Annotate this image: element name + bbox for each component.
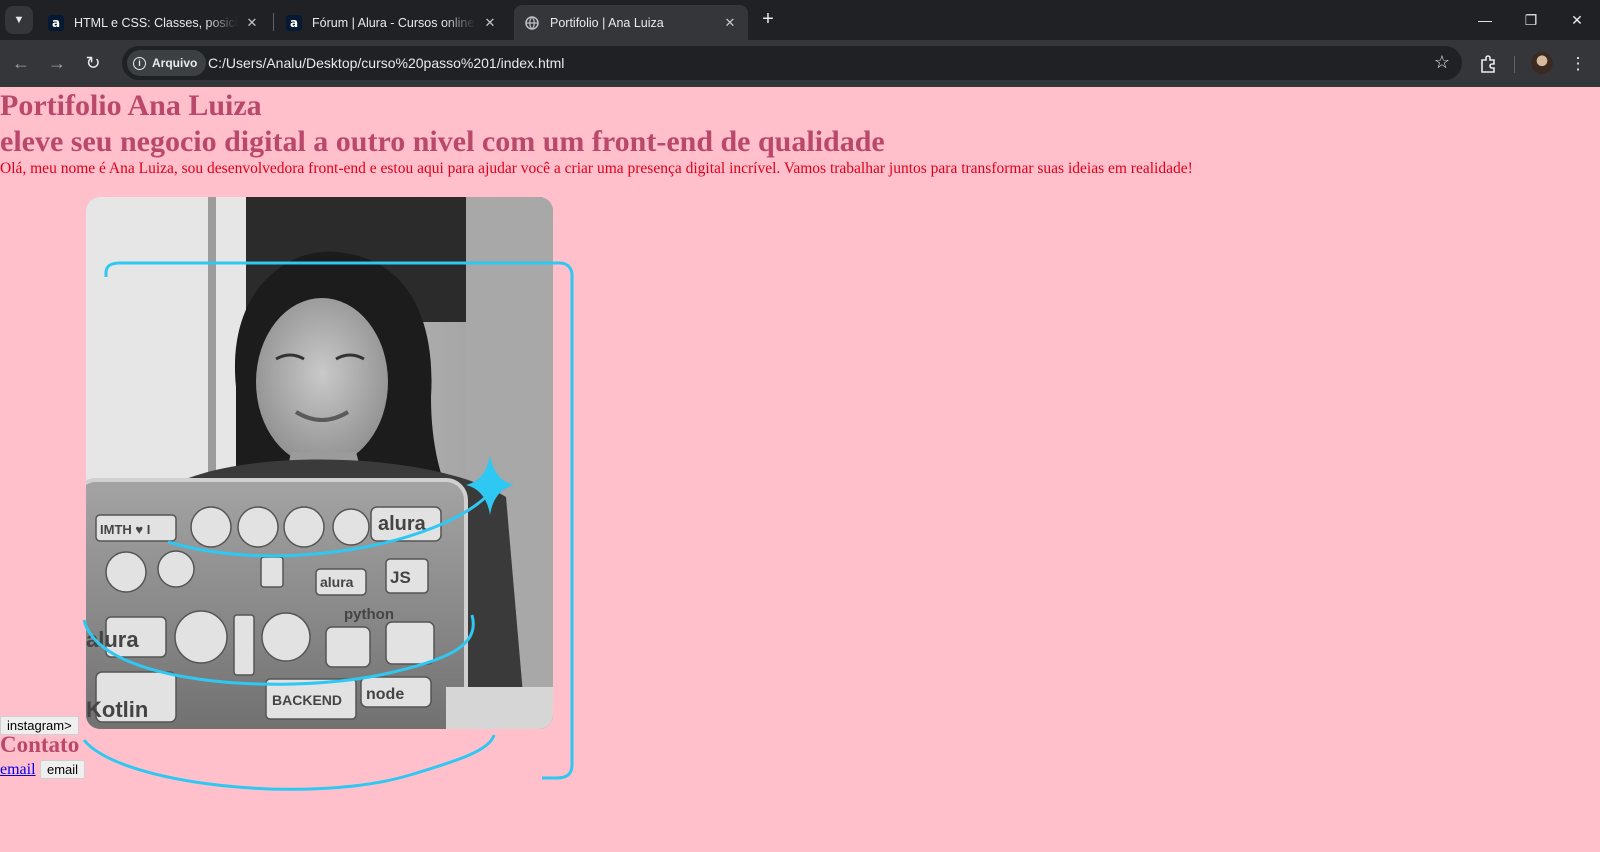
tab-portifolio[interactable]: Portifolio | Ana Luiza ✕: [514, 5, 748, 40]
toolbar-divider: [1514, 56, 1515, 73]
close-tab-icon[interactable]: ✕: [482, 15, 498, 31]
tab-separator: [273, 13, 274, 31]
alura-icon: a: [48, 14, 64, 31]
email-link[interactable]: email: [0, 761, 36, 779]
restore-button[interactable]: ❐: [1508, 0, 1554, 40]
page-title: Portifolio Ana Luiza: [0, 89, 262, 122]
kebab-menu-icon[interactable]: ⋮: [1566, 52, 1590, 76]
close-tab-icon[interactable]: ✕: [244, 15, 260, 31]
plus-icon: +: [762, 8, 774, 30]
arrow-right-icon: →: [48, 52, 66, 73]
page-content: Portifolio Ana Luiza eleve seu negocio d…: [0, 87, 1600, 852]
minimize-icon: —: [1478, 12, 1492, 28]
contact-heading: Contato: [0, 732, 80, 757]
alura-icon: a: [286, 14, 302, 31]
back-button[interactable]: ←: [8, 50, 34, 76]
browser-toolbar: ← → ↻ i Arquivo C:/Users/Analu/Desktop/c…: [0, 40, 1600, 87]
email-button[interactable]: email: [40, 760, 86, 779]
tab-forum[interactable]: a Fórum | Alura - Cursos online de tecno…: [276, 5, 508, 40]
arrow-left-icon: ←: [12, 52, 30, 73]
reload-icon: ↻: [85, 52, 101, 73]
address-bar[interactable]: i Arquivo C:/Users/Analu/Desktop/curso%2…: [122, 46, 1462, 80]
tab-search-button[interactable]: ▼: [5, 6, 33, 34]
restore-icon: ❐: [1524, 11, 1538, 28]
info-icon: i: [133, 56, 146, 70]
globe-icon: [524, 15, 540, 31]
chevron-down-icon: ▼: [13, 14, 25, 26]
site-info-chip[interactable]: i Arquivo: [127, 50, 207, 76]
close-icon: ✕: [1571, 11, 1583, 28]
tab-strip: ▼ a HTML e CSS: Classes, posicionamento …: [0, 0, 1600, 40]
url-text[interactable]: C:/Users/Analu/Desktop/curso%20passo%201…: [208, 46, 564, 80]
decorative-frame-lines: [82, 261, 574, 791]
close-window-button[interactable]: ✕: [1554, 0, 1600, 40]
close-tab-icon[interactable]: ✕: [722, 15, 738, 31]
reload-button[interactable]: ↻: [80, 50, 106, 76]
bookmark-star-icon[interactable]: ☆: [1434, 52, 1450, 73]
new-tab-button[interactable]: +: [756, 8, 780, 32]
minimize-button[interactable]: —: [1462, 0, 1508, 40]
page-subtitle: eleve seu negocio digital a outro nivel …: [0, 125, 885, 158]
tab-html-css[interactable]: a HTML e CSS: Classes, posicionamento e …: [38, 5, 270, 40]
forward-button[interactable]: →: [44, 50, 70, 76]
extensions-icon[interactable]: [1476, 52, 1500, 76]
profile-avatar[interactable]: [1531, 52, 1553, 74]
